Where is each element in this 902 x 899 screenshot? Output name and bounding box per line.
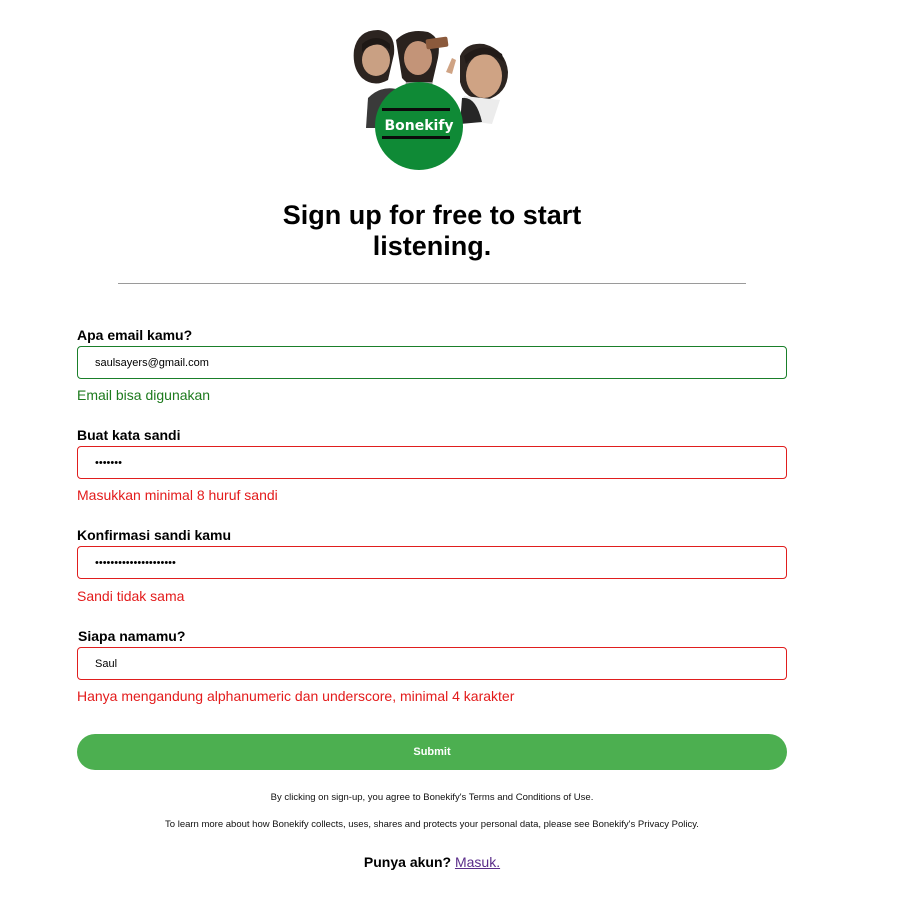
login-prompt: Punya akun? Masuk. bbox=[0, 854, 864, 870]
name-field[interactable]: Saul bbox=[77, 647, 787, 680]
password-field[interactable]: ••••••• bbox=[77, 446, 787, 479]
password-field-value: ••••••• bbox=[95, 457, 122, 469]
email-label: Apa email kamu? bbox=[77, 327, 193, 343]
page-title-line1: Sign up for free to start bbox=[282, 200, 582, 230]
submit-button[interactable]: Submit bbox=[77, 734, 787, 770]
logo-wordmark: Bonekify bbox=[384, 118, 453, 134]
divider bbox=[118, 283, 746, 284]
name-error-message: Hanya mengandung alphanumeric dan unders… bbox=[77, 688, 515, 704]
confirm-password-field[interactable]: ••••••••••••••••••••• bbox=[77, 546, 787, 579]
login-link[interactable]: Masuk. bbox=[455, 854, 500, 870]
confirm-password-label: Konfirmasi sandi kamu bbox=[77, 527, 232, 543]
confirm-password-error-message: Sandi tidak sama bbox=[77, 588, 185, 604]
privacy-text: To learn more about how Bonekify collect… bbox=[165, 819, 699, 830]
email-status-message: Email bisa digunakan bbox=[77, 387, 211, 403]
brand-logo-graphic: Bonekify bbox=[353, 30, 508, 170]
brand-logo: Bonekify bbox=[352, 28, 512, 173]
logo-face-left bbox=[353, 30, 395, 84]
terms-text: By clicking on sign-up, you agree to Bon… bbox=[270, 792, 594, 803]
page-title-line2: listening. bbox=[372, 231, 492, 261]
name-field-value: Saul bbox=[95, 658, 118, 670]
page-title: Sign up for free to start listening. bbox=[232, 200, 632, 262]
email-field-value: saulsayers@gmail.com bbox=[95, 357, 209, 369]
password-error-message: Masukkan minimal 8 huruf sandi bbox=[77, 487, 278, 503]
name-label: Siapa namamu? bbox=[78, 628, 186, 644]
login-question: Punya akun? bbox=[363, 854, 452, 870]
confirm-password-field-value: ••••••••••••••••••••• bbox=[95, 557, 176, 569]
email-field[interactable]: saulsayers@gmail.com bbox=[77, 346, 787, 379]
password-label: Buat kata sandi bbox=[77, 427, 181, 443]
